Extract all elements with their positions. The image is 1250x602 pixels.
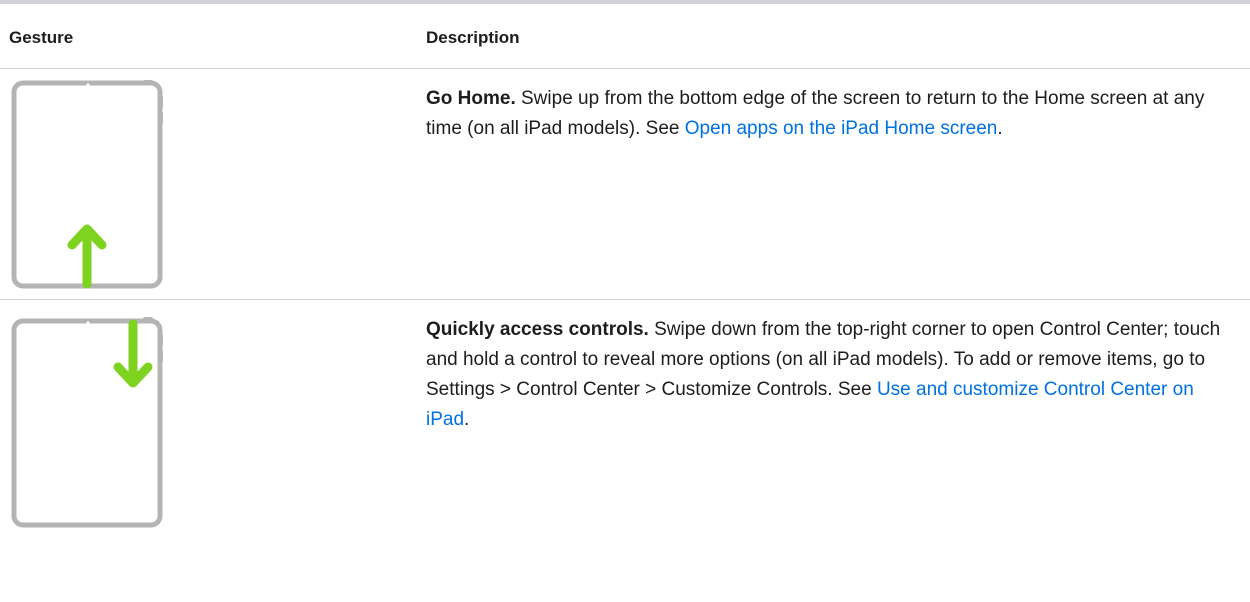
gesture-column-header: Gesture (9, 28, 74, 47)
description-cell: Go Home. Swipe up from the bottom edge o… (426, 84, 1236, 144)
gesture-title: Go Home. (426, 88, 516, 109)
gesture-cell (0, 69, 180, 299)
description-column-header: Description (426, 28, 520, 47)
gesture-cell (0, 300, 180, 540)
table-row: Quickly access controls. Swipe down from… (0, 300, 1250, 540)
table-header-row: Gesture Description (0, 4, 1250, 69)
gesture-title: Quickly access controls. (426, 319, 649, 340)
open-apps-home-screen-link[interactable]: Open apps on the iPad Home screen (685, 118, 998, 139)
description-punctuation: . (997, 118, 1003, 139)
description-punctuation: . (464, 409, 470, 430)
description-cell: Quickly access controls. Swipe down from… (426, 315, 1236, 435)
table-row: Go Home. Swipe up from the bottom edge o… (0, 69, 1250, 300)
ipad-swipe-down-from-top-right-icon (11, 317, 163, 528)
ipad-swipe-up-from-bottom-icon (11, 80, 163, 289)
